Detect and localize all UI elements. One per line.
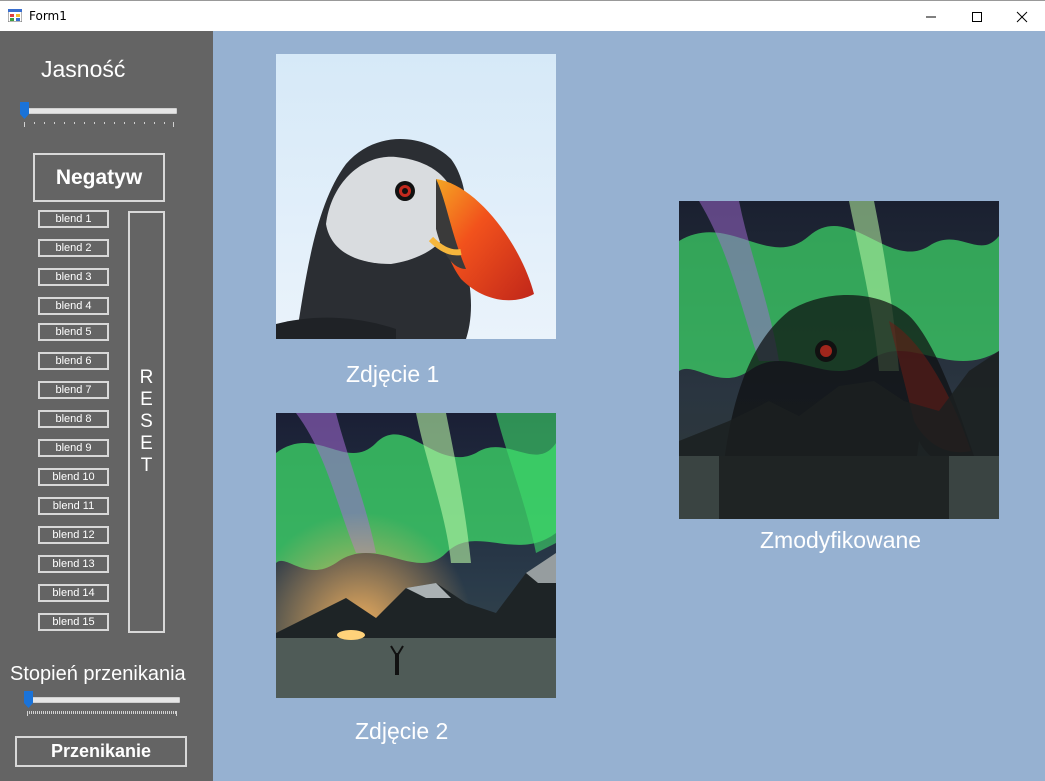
reset-letter: R <box>139 367 154 388</box>
blend-15-button[interactable]: blend 15 <box>38 613 109 631</box>
blend-12-button[interactable]: blend 12 <box>38 526 109 544</box>
control-panel: Jasność Negatyw blend 1 blend 2 blend 3 ble… <box>0 31 213 781</box>
negative-button[interactable]: Negatyw <box>33 153 165 202</box>
image-1-caption: Zdjęcie 1 <box>346 361 440 387</box>
blend-10-button[interactable]: blend 10 <box>38 468 109 486</box>
brightness-slider-track[interactable] <box>22 108 177 114</box>
blend-7-button[interactable]: blend 7 <box>38 381 109 399</box>
reset-letter: E <box>140 433 153 454</box>
blend-action-button[interactable]: Przenikanie <box>15 736 187 767</box>
brightness-slider-thumb[interactable] <box>19 101 30 120</box>
app-icon <box>8 9 22 22</box>
close-button[interactable] <box>999 1 1045 32</box>
blend-4-button[interactable]: blend 4 <box>38 297 109 315</box>
blend-8-button[interactable]: blend 8 <box>38 410 109 428</box>
blend-degree-label: Stopień przenikania <box>10 663 186 685</box>
brightness-slider-ticks <box>24 122 174 127</box>
brightness-label: Jasność <box>41 56 126 82</box>
blend-5-button[interactable]: blend 5 <box>38 323 109 341</box>
blend-1-button[interactable]: blend 1 <box>38 210 109 228</box>
close-icon <box>1016 11 1028 22</box>
maximize-button[interactable] <box>954 1 1000 32</box>
blend-degree-slider-track[interactable] <box>25 697 180 703</box>
minimize-icon <box>926 16 936 17</box>
title-bar: Form1 <box>0 0 1045 31</box>
blend-3-button[interactable]: blend 3 <box>38 268 109 286</box>
blend-13-button[interactable]: blend 13 <box>38 555 109 573</box>
result-caption: Zmodyfikowane <box>760 527 922 553</box>
maximize-icon <box>972 11 982 22</box>
blend-degree-slider-thumb[interactable] <box>23 690 34 709</box>
image-2 <box>276 413 556 698</box>
blend-14-button[interactable]: blend 14 <box>38 584 109 602</box>
reset-letter: T <box>140 455 153 476</box>
blend-11-button[interactable]: blend 11 <box>38 497 109 515</box>
reset-letter: S <box>140 411 153 432</box>
reset-letter: E <box>140 389 153 410</box>
blend-degree-slider-ticks <box>27 711 177 716</box>
blend-6-button[interactable]: blend 6 <box>38 352 109 370</box>
image-1 <box>276 54 556 339</box>
result-image <box>679 201 999 519</box>
window-title: Form1 <box>29 9 67 23</box>
blend-2-button[interactable]: blend 2 <box>38 239 109 257</box>
minimize-button[interactable] <box>908 1 954 32</box>
image-2-caption: Zdjęcie 2 <box>355 718 449 744</box>
blend-9-button[interactable]: blend 9 <box>38 439 109 457</box>
image-area: Zdjęcie 1 Zdjęcie 2 Zmodyfikowane <box>213 31 1045 781</box>
reset-button[interactable]: R E S E T <box>128 211 165 633</box>
